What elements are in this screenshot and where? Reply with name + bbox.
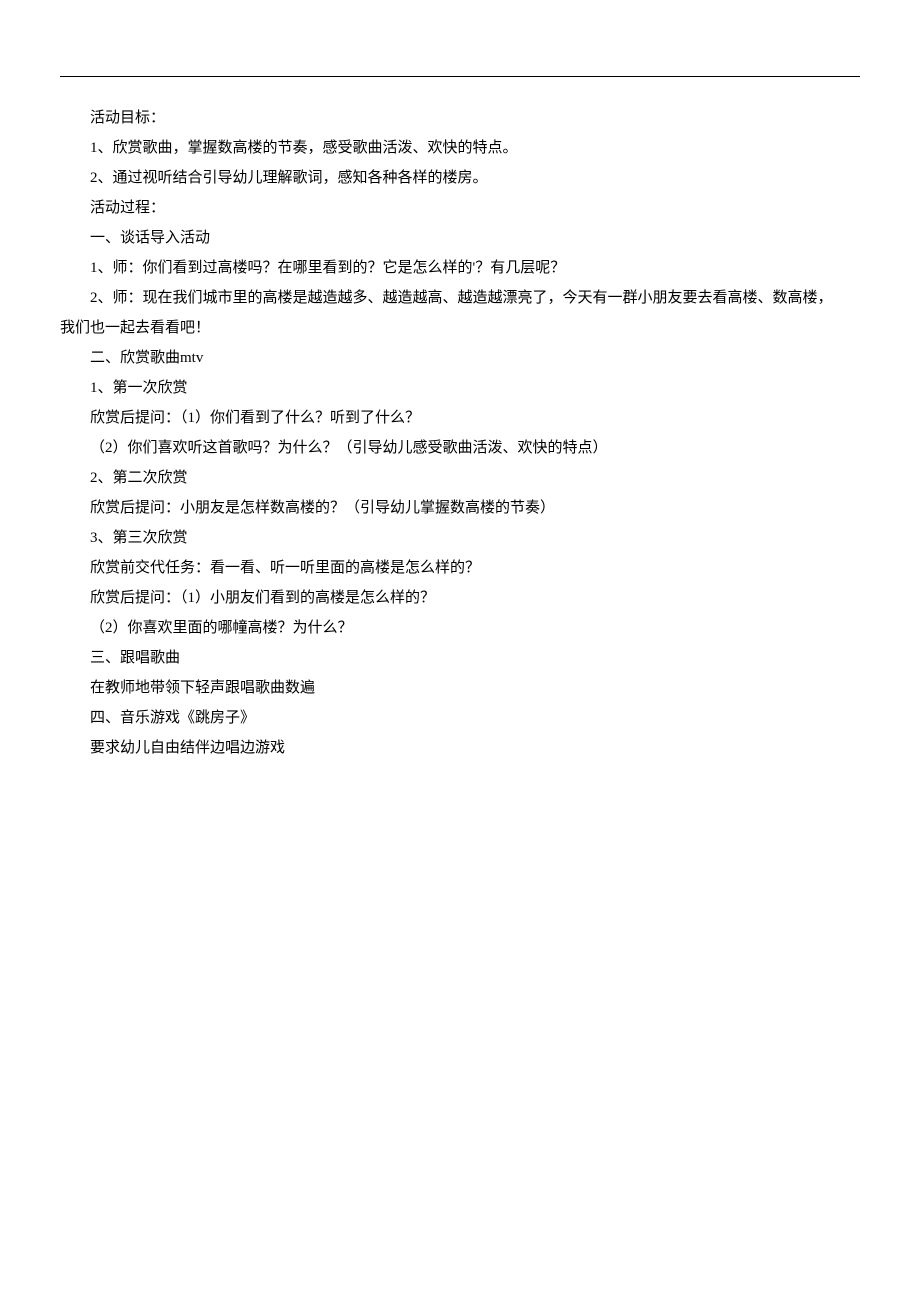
paragraph-line: 欣赏前交代任务：看一看、听一听里面的高楼是怎么样的？ xyxy=(60,553,860,583)
paragraph-line: 1、师：你们看到过高楼吗？在哪里看到的？它是怎么样的'？有几层呢？ xyxy=(60,253,860,283)
paragraph-line: （2）你喜欢里面的哪幢高楼？为什么？ xyxy=(60,613,860,643)
paragraph-line: 3、第三次欣赏 xyxy=(60,523,860,553)
paragraph-line: 我们也一起去看看吧！ xyxy=(60,313,860,343)
paragraph-line: 1、第一次欣赏 xyxy=(60,373,860,403)
paragraph-line: 欣赏后提问：（1）你们看到了什么？听到了什么？ xyxy=(60,403,860,433)
paragraph-line: （2）你们喜欢听这首歌吗？为什么？（引导幼儿感受歌曲活泼、欢快的特点） xyxy=(60,433,860,463)
paragraph-line: 在教师地带领下轻声跟唱歌曲数遍 xyxy=(60,673,860,703)
paragraph-line: 1、欣赏歌曲，掌握数高楼的节奏，感受歌曲活泼、欢快的特点。 xyxy=(60,133,860,163)
paragraph-line: 2、通过视听结合引导幼儿理解歌词，感知各种各样的楼房。 xyxy=(60,163,860,193)
paragraph-line: 活动目标： xyxy=(60,103,860,133)
paragraph-line: 活动过程： xyxy=(60,193,860,223)
paragraph-line: 三、跟唱歌曲 xyxy=(60,643,860,673)
paragraph-line: 欣赏后提问：小朋友是怎样数高楼的？（引导幼儿掌握数高楼的节奏） xyxy=(60,493,860,523)
horizontal-rule xyxy=(60,76,860,77)
paragraph-line: 2、师：现在我们城市里的高楼是越造越多、越造越高、越造越漂亮了，今天有一群小朋友… xyxy=(60,283,860,313)
paragraph-line: 一、谈话导入活动 xyxy=(60,223,860,253)
paragraph-line: 二、欣赏歌曲mtv xyxy=(60,343,860,373)
paragraph-line: 欣赏后提问：（1）小朋友们看到的高楼是怎么样的？ xyxy=(60,583,860,613)
document-body: 活动目标： 1、欣赏歌曲，掌握数高楼的节奏，感受歌曲活泼、欢快的特点。 2、通过… xyxy=(60,103,860,763)
paragraph-line: 2、第二次欣赏 xyxy=(60,463,860,493)
paragraph-line: 四、音乐游戏《跳房子》 xyxy=(60,703,860,733)
paragraph-line: 要求幼儿自由结伴边唱边游戏 xyxy=(60,733,860,763)
